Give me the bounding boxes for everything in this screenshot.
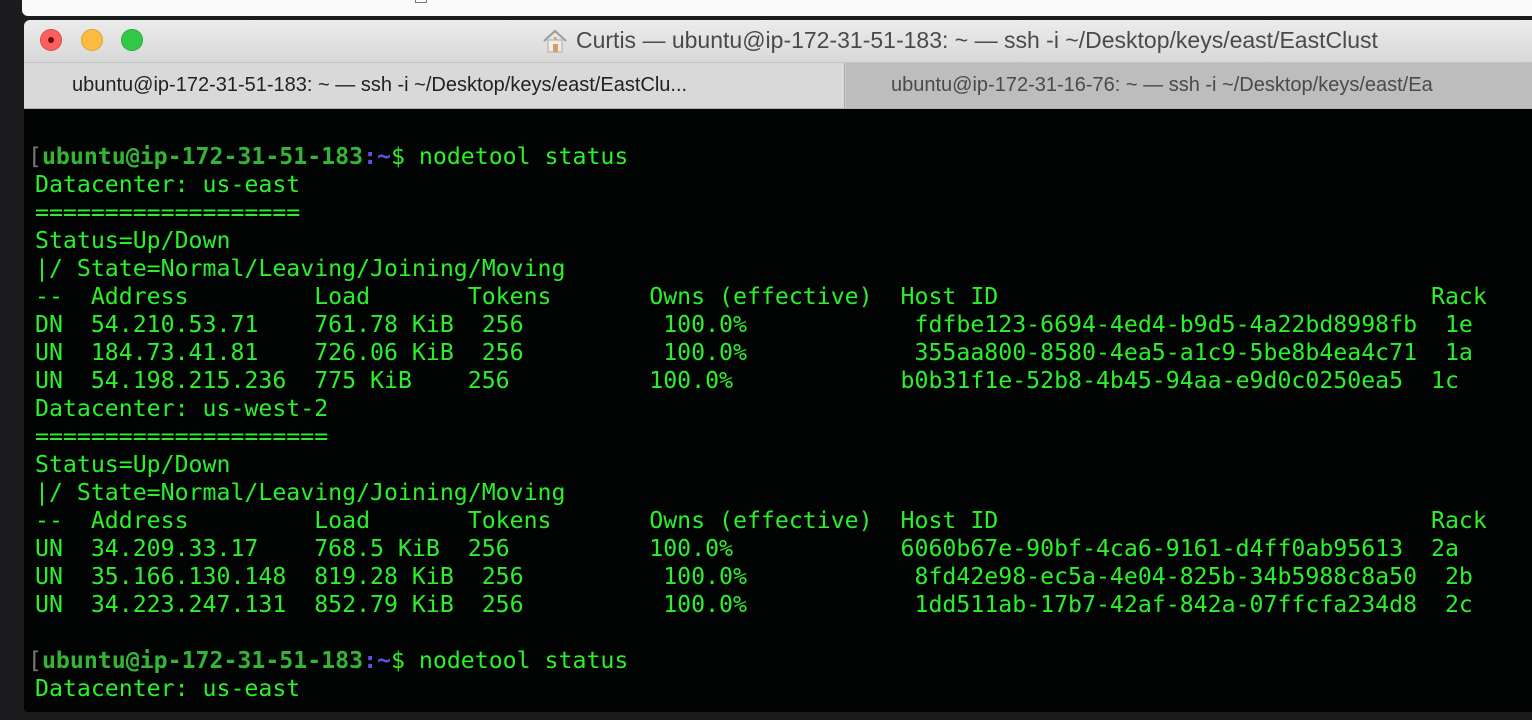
output-line: DN 54.210.53.71 761.78 KiB 256 100.0% fd… [35, 311, 1473, 338]
command-text: nodetool status [418, 647, 629, 674]
zoom-button[interactable] [121, 29, 143, 51]
home-icon [542, 28, 568, 54]
output-line: |/ State=Normal/Leaving/Joining/Moving [35, 255, 566, 282]
window-title: Curtis — ubuntu@ip-172-31-51-183: ~ — ss… [542, 27, 1378, 54]
output-line: =================== [35, 199, 301, 226]
output-line: Datacenter: us-east [35, 675, 301, 702]
output-line: -- Address Load Tokens Owns (effective) … [35, 507, 1487, 534]
window-title-text: Curtis — ubuntu@ip-172-31-51-183: ~ — ss… [576, 27, 1378, 53]
output-line: Status=Up/Down [35, 451, 231, 478]
output-line: Datacenter: us-east [35, 171, 301, 198]
output-line: UN 54.198.215.236 775 KiB 256 100.0% b0b… [35, 367, 1459, 394]
minimize-button[interactable] [81, 29, 103, 51]
prompt-line: [ubuntu@ip-172-31-51-183:~$ nodetool sta… [28, 647, 629, 674]
output-line: -- Address Load Tokens Owns (effective) … [35, 283, 1487, 310]
terminal-content[interactable]: [ubuntu@ip-172-31-51-183:~$ nodetool sta… [24, 109, 1532, 712]
tab-bar: ubuntu@ip-172-31-51-183: ~ — ssh -i ~/De… [24, 63, 1532, 109]
background-window-fragment [415, 0, 427, 3]
output-line: UN 184.73.41.81 726.06 KiB 256 100.0% 35… [35, 339, 1473, 366]
output-line: UN 35.166.130.148 819.28 KiB 256 100.0% … [35, 563, 1473, 590]
command-text: nodetool status [418, 143, 629, 170]
title-bar[interactable]: Curtis — ubuntu@ip-172-31-51-183: ~ — ss… [24, 20, 1532, 63]
output-line: Status=Up/Down [35, 227, 231, 254]
output-line: UN 34.209.33.17 768.5 KiB 256 100.0% 606… [35, 535, 1459, 562]
background-window [22, 0, 1532, 16]
prompt-line: [ubuntu@ip-172-31-51-183:~$ nodetool sta… [28, 143, 629, 170]
output-line: UN 34.223.247.131 852.79 KiB 256 100.0% … [35, 591, 1473, 618]
output-line: Datacenter: us-west-2 [35, 395, 329, 422]
tab-ip-172-31-51-183[interactable]: ubuntu@ip-172-31-51-183: ~ — ssh -i ~/De… [24, 63, 845, 108]
terminal-window: Curtis — ubuntu@ip-172-31-51-183: ~ — ss… [24, 20, 1532, 712]
tab-ip-172-31-16-76[interactable]: ubuntu@ip-172-31-16-76: ~ — ssh -i ~/Des… [846, 63, 1532, 108]
output-line: |/ State=Normal/Leaving/Joining/Moving [35, 479, 566, 506]
output-line: ===================== [35, 423, 329, 450]
close-button[interactable] [40, 29, 62, 51]
